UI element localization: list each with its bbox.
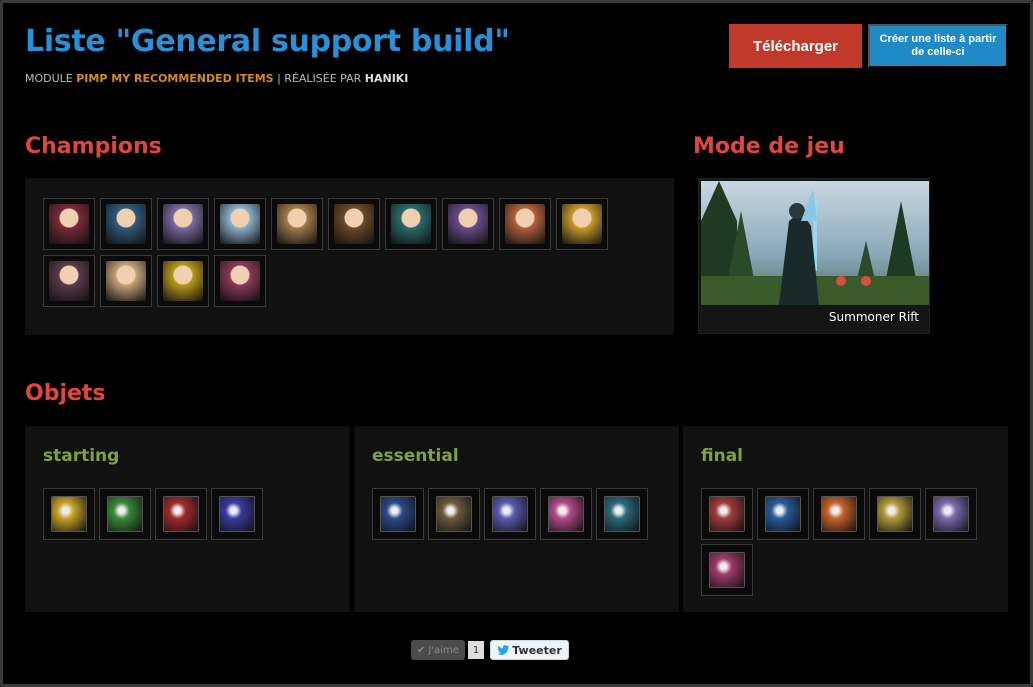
tweet-label: Tweeter bbox=[512, 643, 562, 657]
champion-slot[interactable] bbox=[328, 198, 380, 250]
item-orb-icon bbox=[492, 496, 528, 532]
item-crystal-icon bbox=[933, 496, 969, 532]
summoner-rift-image bbox=[701, 181, 929, 305]
item-group-title: starting bbox=[43, 446, 120, 466]
champion-portrait-7 bbox=[391, 204, 431, 244]
like-count: 1 bbox=[467, 641, 485, 659]
item-slot[interactable] bbox=[701, 544, 753, 596]
download-button[interactable]: Télécharger bbox=[729, 24, 862, 68]
champion-slot[interactable] bbox=[385, 198, 437, 250]
item-slot[interactable] bbox=[428, 488, 480, 540]
byline-prefix: MODULE bbox=[25, 72, 73, 85]
item-red-vest-icon bbox=[163, 496, 199, 532]
like-label: J'aime bbox=[428, 644, 459, 656]
champion-portrait-4 bbox=[220, 204, 260, 244]
item-slot[interactable] bbox=[372, 488, 424, 540]
item-slot[interactable] bbox=[925, 488, 977, 540]
item-slot[interactable] bbox=[757, 488, 809, 540]
item-gold-coin-icon bbox=[51, 496, 87, 532]
game-mode-label: Summoner Rift bbox=[828, 310, 919, 324]
item-teal-eye-icon bbox=[604, 496, 640, 532]
item-gold-shield-icon bbox=[877, 496, 913, 532]
item-slot[interactable] bbox=[540, 488, 592, 540]
twitter-bird-icon bbox=[497, 645, 510, 655]
module-link[interactable]: PIMP MY RECOMMENDED ITEMS bbox=[76, 72, 273, 85]
create-list-button[interactable]: Créer une liste à partir de celle-ci bbox=[868, 24, 1008, 68]
champion-portrait-6 bbox=[334, 204, 374, 244]
item-group-title: final bbox=[701, 446, 744, 466]
page-title: Liste "General support build" bbox=[25, 24, 510, 59]
item-potion-icon bbox=[219, 496, 255, 532]
item-slot[interactable] bbox=[155, 488, 207, 540]
objects-heading: Objets bbox=[25, 381, 106, 406]
champion-portrait-14 bbox=[220, 261, 260, 301]
champion-portrait-11 bbox=[49, 261, 89, 301]
item-slot[interactable] bbox=[484, 488, 536, 540]
author-link[interactable]: HANIKI bbox=[365, 72, 409, 85]
item-group-essential: essential bbox=[354, 426, 679, 612]
champion-slot[interactable] bbox=[556, 198, 608, 250]
item-slot[interactable] bbox=[701, 488, 753, 540]
champion-portrait-13 bbox=[163, 261, 203, 301]
champion-slot[interactable] bbox=[157, 255, 209, 307]
item-group-starting: starting bbox=[25, 426, 350, 612]
champions-grid bbox=[43, 198, 663, 307]
item-group-title: essential bbox=[372, 446, 459, 466]
champion-portrait-12 bbox=[106, 261, 146, 301]
champions-heading: Champions bbox=[25, 134, 162, 159]
champion-portrait-1 bbox=[49, 204, 89, 244]
champion-portrait-9 bbox=[505, 204, 545, 244]
champion-slot[interactable] bbox=[214, 198, 266, 250]
social-bar: ✔ J'aime 1 Tweeter bbox=[411, 640, 569, 660]
champion-slot[interactable] bbox=[43, 255, 95, 307]
item-slot[interactable] bbox=[869, 488, 921, 540]
item-grid bbox=[701, 488, 991, 596]
champion-portrait-10 bbox=[562, 204, 602, 244]
game-mode-card[interactable]: Summoner Rift bbox=[698, 178, 930, 334]
like-button[interactable]: ✔ J'aime bbox=[411, 640, 465, 660]
champion-slot[interactable] bbox=[100, 198, 152, 250]
item-fire-icon bbox=[821, 496, 857, 532]
byline: MODULE PIMP MY RECOMMENDED ITEMS | RÉALI… bbox=[25, 72, 408, 85]
check-icon: ✔ bbox=[417, 644, 426, 656]
item-ward-icon bbox=[107, 496, 143, 532]
item-boots-icon bbox=[436, 496, 472, 532]
champion-portrait-2 bbox=[106, 204, 146, 244]
item-slot[interactable] bbox=[813, 488, 865, 540]
byline-separator: | RÉALISÉE PAR bbox=[277, 72, 362, 85]
champion-slot[interactable] bbox=[271, 198, 323, 250]
champion-slot[interactable] bbox=[43, 198, 95, 250]
champion-slot[interactable] bbox=[100, 255, 152, 307]
champion-slot[interactable] bbox=[214, 255, 266, 307]
tweet-button[interactable]: Tweeter bbox=[490, 640, 569, 660]
champion-slot[interactable] bbox=[499, 198, 551, 250]
item-group-final: final bbox=[683, 426, 1008, 612]
item-slot[interactable] bbox=[43, 488, 95, 540]
champion-portrait-8 bbox=[448, 204, 488, 244]
game-mode-heading: Mode de jeu bbox=[693, 134, 845, 159]
item-pink-eye-icon bbox=[709, 552, 745, 588]
item-slot[interactable] bbox=[596, 488, 648, 540]
champion-slot[interactable] bbox=[442, 198, 494, 250]
champion-portrait-5 bbox=[277, 204, 317, 244]
item-blue-sword-icon bbox=[380, 496, 416, 532]
champions-panel bbox=[25, 178, 674, 335]
item-grid bbox=[43, 488, 333, 540]
champion-slot[interactable] bbox=[157, 198, 209, 250]
item-slot[interactable] bbox=[99, 488, 151, 540]
item-blue-swirl-icon bbox=[765, 496, 801, 532]
item-pink-potion-icon bbox=[548, 496, 584, 532]
champion-portrait-3 bbox=[163, 204, 203, 244]
item-red-shield-icon bbox=[709, 496, 745, 532]
item-grid bbox=[372, 488, 662, 540]
item-slot[interactable] bbox=[211, 488, 263, 540]
